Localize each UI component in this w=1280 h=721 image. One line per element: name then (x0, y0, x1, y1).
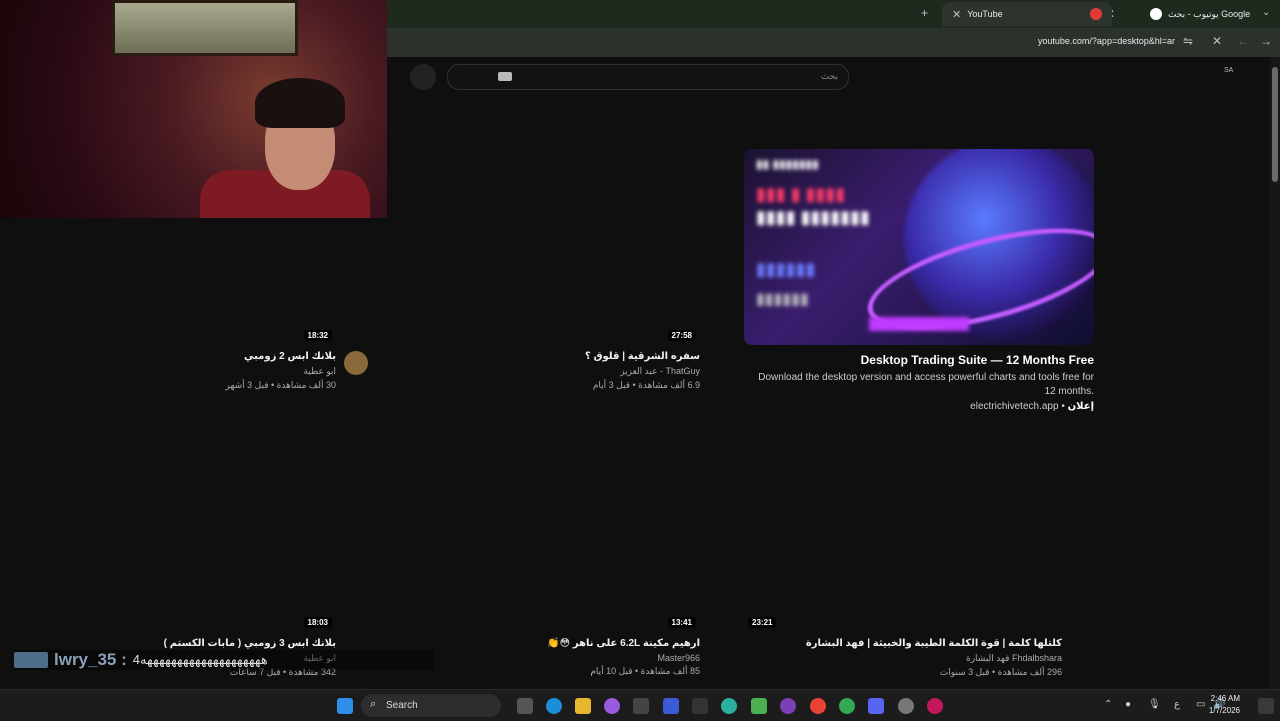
ad-domain: electrichivetech.app • إعلان (970, 401, 1094, 412)
windows-taskbar: ⌕ Search ⌃ ● 🎙 ع ▭ 🔊 2:46 AM 1/7/2026 (0, 689, 1280, 721)
ad-blurred-text: ▮▮▮▮ ▮▮▮▮▮▮▮ (756, 207, 870, 227)
tab-google-search-label: يوتيوب - بحث Google (1168, 8, 1251, 19)
new-tab-button[interactable]: + (921, 6, 928, 20)
media-player-icon[interactable] (663, 698, 679, 714)
ad-blurred-text: ▮▮▮▮▮▮ (756, 259, 816, 279)
chat-username: lwry_35 : (54, 650, 127, 669)
ad-blurred-text: ▮▮ ▮▮▮▮▮▮▮ (756, 157, 819, 171)
video-thumbnail[interactable]: 27:58 (350, 149, 700, 345)
chrome-icon[interactable] (810, 698, 826, 714)
google-icon (1150, 8, 1162, 20)
video-meta: كلتلها كلمة | قوة الكلمة الطيبة والخبيثة… (712, 638, 1062, 678)
task-view-icon[interactable] (517, 698, 533, 714)
duration-badge: 27:58 (667, 330, 696, 341)
ad-label: إعلان (1067, 401, 1094, 412)
video-meta: سفره الشرقية | قلوق ؟ ThatGuy - عبد العز… (350, 351, 700, 391)
taskbar-search-label: Search (386, 700, 418, 711)
minecraft-icon[interactable] (751, 698, 767, 714)
ad-thumbnail[interactable]: ▮▮ ▮▮▮▮▮▮▮ ▮▮▮ ▮ ▮▮▮▮ ▮▮▮▮ ▮▮▮▮▮▮▮ ▮▮▮▮▮… (744, 149, 1094, 345)
clock-date: 1/7/2026 (1208, 706, 1240, 715)
stop-icon[interactable]: ✕ (1212, 34, 1222, 48)
video-title[interactable]: كلتلها كلمة | قوة الكلمة الطيبة والخبيثة… (712, 638, 1062, 649)
search-icon: ⌕ (370, 698, 377, 710)
scrollbar-thumb[interactable] (1272, 67, 1278, 182)
video-title[interactable]: بلانك ابس 2 زومبي (0, 351, 336, 362)
streamer-hair (255, 78, 345, 128)
duration-badge: 18:32 (303, 330, 332, 341)
ad-blurred-text: ▮▮▮▮▮▮ (756, 291, 809, 308)
copilot-icon[interactable] (604, 698, 620, 714)
region-code: SA (1224, 67, 1234, 74)
chat-badge-icon (14, 652, 48, 668)
unity-icon[interactable] (692, 698, 708, 714)
settings-icon[interactable] (898, 698, 914, 714)
keyboard-icon[interactable] (498, 72, 512, 81)
obs-icon[interactable] (927, 698, 943, 714)
chrome-profile-icon[interactable] (839, 698, 855, 714)
system-clock[interactable]: 2:46 AM 1/7/2026 (1209, 693, 1240, 717)
channel-name[interactable]: ابو عطية (0, 366, 336, 377)
duration-badge: 23:21 (748, 617, 777, 628)
ad-cta (869, 317, 969, 331)
video-title[interactable]: سفره الشرقية | قلوق ؟ (350, 351, 700, 362)
address-bar[interactable]: youtube.com/?app=desktop&hl=ar (1038, 36, 1175, 46)
forward-arrow-icon[interactable]: ← (1237, 34, 1249, 48)
duration-badge: 13:41 (667, 617, 696, 628)
tab-youtube[interactable]: ✕ YouTube (942, 2, 1112, 26)
ad-domain-text: electrichivetech.app (970, 401, 1059, 412)
notification-icon[interactable] (1258, 698, 1274, 714)
video-title[interactable]: ارهيم مكينة 6.2L على ناهر 😳👏 (350, 638, 700, 649)
tab-youtube-label: YouTube (967, 9, 1003, 19)
back-arrow-icon[interactable]: → (1260, 34, 1272, 48)
channel-avatar[interactable] (344, 351, 368, 375)
taskbar-search[interactable]: ⌕ Search (361, 694, 501, 717)
app-icon[interactable] (721, 698, 737, 714)
recording-icon (1090, 8, 1102, 20)
ad-description: Download the desktop version and access … (758, 372, 1094, 397)
channel-name[interactable]: ThatGuy - عبد العزيز (350, 366, 700, 377)
video-thumbnail[interactable]: 13:41 (350, 436, 700, 632)
edge-icon[interactable] (546, 698, 562, 714)
file-explorer-icon[interactable] (575, 698, 591, 714)
tray-chevron-icon[interactable]: ⌃ (1104, 699, 1112, 710)
video-meta: بلانك ابس 2 زومبي ابو عطية 30 ألف مشاهدة… (0, 351, 368, 391)
video-thumbnail[interactable]: 18:03 (0, 436, 336, 632)
search-input[interactable]: بحث (447, 64, 849, 90)
video-stats: 6.9 ألف مشاهدة • قبل 3 أيام (592, 380, 700, 390)
twitch-icon[interactable] (780, 698, 796, 714)
video-stats: 30 ألف مشاهدة • قبل 3 أشهر (225, 380, 336, 390)
close-tab-icon[interactable]: ✕ (952, 8, 961, 21)
ad-title[interactable]: Desktop Trading Suite — 12 Months Free (744, 353, 1094, 367)
video-title[interactable]: بلانك ابس 3 زومبي ( مابات الكستم ) (0, 638, 336, 649)
page-scrollbar[interactable] (1270, 57, 1280, 689)
network-icon[interactable]: ▭ (1196, 699, 1205, 710)
video-stats: 296 ألف مشاهدة • قبل 3 سنوات (939, 667, 1062, 677)
store-icon[interactable] (633, 698, 649, 714)
tab-google-search[interactable]: يوتيوب - بحث Google (1140, 2, 1270, 26)
windows-start-icon[interactable] (337, 698, 353, 714)
microphone-icon[interactable]: 🎙 (1148, 699, 1161, 710)
tray-app-icon[interactable]: ● (1125, 699, 1131, 710)
search-placeholder: بحث (820, 71, 838, 81)
clock-time: 2:46 AM (1210, 694, 1240, 703)
app-icon[interactable] (868, 698, 884, 714)
background-window (112, 0, 298, 56)
site-settings-icon[interactable]: ⇋ (1183, 34, 1193, 48)
input-language[interactable]: ع (1174, 699, 1180, 710)
stream-chat-overlay: lwry_35 : 4ههههههههههههههههههههه (14, 650, 434, 670)
duration-badge: 18:03 (303, 617, 332, 628)
ad-blurred-text: ▮▮▮ ▮ ▮▮▮▮ (756, 184, 846, 204)
video-thumbnail[interactable]: 23:21 (712, 436, 1062, 632)
chat-message: 4ههههههههههههههههههههه (132, 652, 269, 667)
mic-button[interactable] (410, 64, 436, 90)
webcam-overlay (0, 0, 387, 218)
channel-name[interactable]: Fhdalbshara فهد البشارة (712, 653, 1062, 664)
